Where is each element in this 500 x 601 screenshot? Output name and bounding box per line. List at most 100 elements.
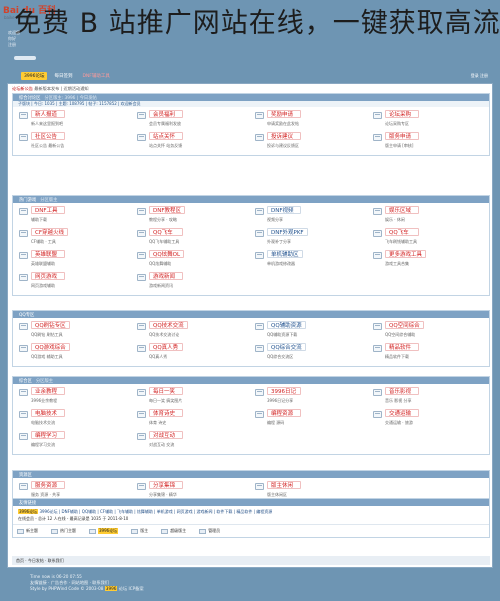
forum-item[interactable]: QQ游戏综合 QQ游戏 辅助工具 bbox=[15, 342, 133, 364]
forum-name[interactable]: 更多游戏工具 bbox=[385, 250, 427, 258]
forum-item[interactable]: QQ刷钻专区 QQ刷钻 刷钻工具 bbox=[15, 320, 133, 342]
forum-item[interactable]: DNF教程区 教程分享 · 攻略 bbox=[133, 205, 251, 227]
forum-name[interactable]: QQ综合交流 bbox=[267, 343, 306, 351]
forum-name[interactable]: 会员福利 bbox=[149, 110, 183, 118]
forum-name[interactable]: 音乐影视 bbox=[385, 387, 419, 395]
forum-item[interactable]: 奖励申请 申请奖励在此发帖 bbox=[251, 109, 369, 131]
forum-item[interactable]: DNF视频 视频分享 bbox=[251, 205, 369, 227]
forum-name[interactable]: QQ技术交流 bbox=[149, 321, 188, 329]
section-header[interactable]: 综合区 分区版主 bbox=[13, 377, 489, 384]
forum-item[interactable]: QQ空间综合 QQ空间综合辅助 bbox=[369, 320, 487, 342]
nav-item-dnf[interactable]: DNF辅助工具 bbox=[79, 72, 112, 80]
forum-name[interactable]: DNF视频 bbox=[267, 206, 301, 214]
forum-name[interactable]: 对战互动 bbox=[149, 431, 183, 439]
link-list[interactable]: 3996论坛 3996论坛 | DNF辅助 | QQ辅助 | CF辅助 | 飞车… bbox=[18, 508, 484, 515]
forum-name[interactable]: DNF教程区 bbox=[149, 206, 186, 214]
forum-item[interactable]: QQ飞车 QQ飞车辅助工具 bbox=[133, 227, 251, 249]
section-header[interactable]: 综合讨论区 分区版主: 3996 | 今日发帖 bbox=[13, 94, 489, 101]
forum-item[interactable]: 3996日记 3996日记分享 bbox=[251, 386, 369, 408]
top-nav: 3996论坛 每日签到 DNF辅助工具 登录 注册 bbox=[14, 70, 496, 81]
forum-name[interactable]: 奖励申请 bbox=[267, 110, 301, 118]
forum-item[interactable]: 版务申请 版主申请 [审核] bbox=[369, 131, 487, 153]
login-links[interactable]: 登录 注册 bbox=[471, 73, 488, 79]
forum-item[interactable]: CF穿越火线 CF辅助 · 工具 bbox=[15, 227, 133, 249]
forum-item[interactable]: 业余教程 3996业余教程 bbox=[15, 386, 133, 408]
forum-name[interactable]: 3996日记 bbox=[267, 387, 301, 395]
forum-name[interactable]: QQ空间综合 bbox=[385, 321, 424, 329]
forum-name[interactable]: 游戏新闻 bbox=[149, 272, 183, 280]
forum-name[interactable]: QQ飞车 bbox=[149, 228, 183, 236]
forum-item[interactable]: 编程资源 编程 源码 bbox=[251, 408, 369, 430]
forum-name[interactable]: 社区公告 bbox=[31, 132, 65, 140]
forum-name[interactable]: 论坛采购 bbox=[385, 110, 419, 118]
forum-item[interactable]: 会员福利 会员专属福利发放 bbox=[133, 109, 251, 131]
forum-name[interactable]: QQ刷钻专区 bbox=[31, 321, 70, 329]
forum-item[interactable]: 社区公告 社区公告 最新公告 bbox=[15, 131, 133, 153]
forum-item[interactable]: 交通运输 交通运输 · 旅游 bbox=[369, 408, 487, 430]
forum-item[interactable]: 电脑技术 电脑技术交流 bbox=[15, 408, 133, 430]
nav-item-signin[interactable]: 每日签到 bbox=[51, 72, 75, 80]
forum-name[interactable]: QQ游戏综合 bbox=[31, 343, 70, 351]
forum-item[interactable]: 音乐影视 音乐 影视 分享 bbox=[369, 386, 487, 408]
forum-item[interactable]: 游戏新闻 游戏新闻资讯 bbox=[133, 271, 251, 293]
forum-item[interactable]: QQ飞车 飞车刷钱辅助工具 bbox=[369, 227, 487, 249]
forum-name[interactable]: 电脑技术 bbox=[31, 409, 65, 417]
forum-item[interactable]: 体育诗史 体育 诗史 bbox=[133, 408, 251, 430]
left-text-3[interactable]: 注册 bbox=[8, 42, 52, 48]
footer-nav[interactable]: 首页 · 今日发帖 · 联系我们 bbox=[12, 556, 490, 565]
forum-item[interactable]: 编程学习 编程学习交流 bbox=[15, 430, 133, 452]
forum-name[interactable]: 编程学习 bbox=[31, 431, 65, 439]
forum-name[interactable]: 网页游戏 bbox=[31, 272, 65, 280]
nav-item-forum[interactable]: 3996论坛 bbox=[21, 71, 48, 80]
forum-name[interactable]: CF穿越火线 bbox=[31, 228, 69, 236]
forum-name[interactable]: 娱乐区域 bbox=[385, 206, 419, 214]
forum-item[interactable]: 娱乐区域 娱乐 · 休闲 bbox=[369, 205, 487, 227]
forum-name[interactable]: QQ飞车 bbox=[385, 228, 419, 236]
forum-icon bbox=[137, 208, 146, 215]
forum-name[interactable]: QQ辅助资源 bbox=[267, 321, 306, 329]
forum-item[interactable]: 新人报道 新人来这里报到吧 bbox=[15, 109, 133, 131]
forum-item[interactable]: 单机辅助区 单机游戏修改器 bbox=[251, 249, 369, 271]
forum-name[interactable]: DNF外观PKF bbox=[267, 228, 308, 236]
forum-item[interactable]: QQ综合交流 QQ综合交流区 bbox=[251, 342, 369, 364]
forum-name[interactable]: 精品软件 bbox=[385, 343, 419, 351]
forum-item[interactable]: QQ辅助资源 QQ辅助资源下载 bbox=[251, 320, 369, 342]
forum-name[interactable]: 新人报道 bbox=[31, 110, 65, 118]
forum-name[interactable]: 每日一笑 bbox=[149, 387, 183, 395]
forum-icon bbox=[19, 411, 28, 418]
forum-item[interactable]: QQ技术交流 QQ技术交流讨论 bbox=[133, 320, 251, 342]
forum-item[interactable]: QQ炫舞OL QQ炫舞辅助 bbox=[133, 249, 251, 271]
forum-name[interactable]: 体育诗史 bbox=[149, 409, 183, 417]
forum-name[interactable]: 版主休闲 bbox=[267, 481, 301, 489]
forum-name[interactable]: 交通运输 bbox=[385, 409, 419, 417]
forum-name[interactable]: 业余教程 bbox=[31, 387, 65, 395]
forum-item[interactable]: 更多游戏工具 游戏工具合集 bbox=[369, 249, 487, 271]
section-header[interactable]: QQ专区 bbox=[13, 311, 489, 318]
forum-name[interactable]: 分享集锦 bbox=[149, 481, 183, 489]
site-logo[interactable]: logo bbox=[14, 56, 36, 60]
forum-item[interactable]: DNF工具 辅助下载 bbox=[15, 205, 133, 227]
forum-item[interactable]: 每日一笑 每日一笑 搞笑图片 bbox=[133, 386, 251, 408]
forum-name[interactable]: 版务申请 bbox=[385, 132, 419, 140]
forum-name[interactable]: QQ炫舞OL bbox=[149, 250, 185, 258]
forum-item[interactable]: 论坛采购 论坛采购专区 bbox=[369, 109, 487, 131]
forum-item[interactable]: 投诉建议 投诉与建议反馈区 bbox=[251, 131, 369, 153]
forum-item[interactable]: 网页游戏 网页游戏辅助 bbox=[15, 271, 133, 293]
forum-item[interactable]: 英雄联盟 英雄联盟辅助 bbox=[15, 249, 133, 271]
forum-item[interactable]: 站点关怀 站点关怀 站务反馈 bbox=[133, 131, 251, 153]
section-header[interactable]: 资源区 bbox=[13, 471, 489, 478]
forum-name[interactable]: 英雄联盟 bbox=[31, 250, 65, 258]
forum-name[interactable]: DNF工具 bbox=[31, 206, 65, 214]
forum-name[interactable]: 服务资源 bbox=[31, 481, 65, 489]
forum-item[interactable]: DNF外观PKF 外观补丁分享 bbox=[251, 227, 369, 249]
section-header[interactable]: 热门游戏 分区版主 bbox=[13, 196, 489, 203]
forum-item[interactable]: QQ真人秀 QQ真人秀 bbox=[133, 342, 251, 364]
forum-item[interactable]: 精品软件 精品软件下载 bbox=[369, 342, 487, 364]
forum-name[interactable]: 单机辅助区 bbox=[267, 250, 303, 258]
forum-item[interactable]: 对战互动 对战互动 交流 bbox=[133, 430, 251, 452]
forum-name[interactable]: 投诉建议 bbox=[267, 132, 301, 140]
forum-name[interactable]: QQ真人秀 bbox=[149, 343, 183, 351]
forum-name[interactable]: 编程资源 bbox=[267, 409, 301, 417]
announce-text[interactable]: 最新版本发布 | 近期活动通知 bbox=[34, 86, 88, 91]
forum-name[interactable]: 站点关怀 bbox=[149, 132, 183, 140]
